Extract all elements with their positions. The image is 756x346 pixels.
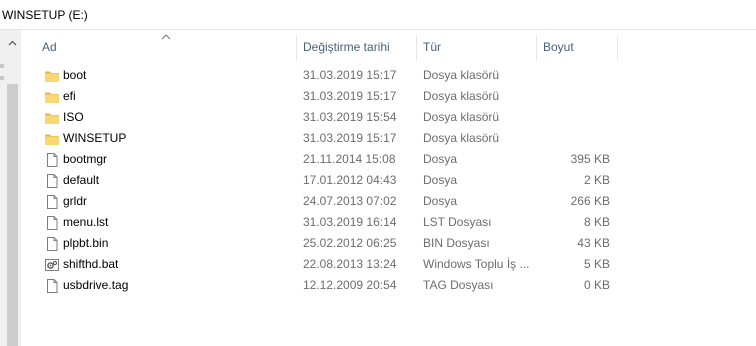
- file-row[interactable]: efi 31.03.2019 15:17 Dosya klasörü: [0, 86, 756, 107]
- file-date-modified: 21.11.2014 15:08: [303, 152, 396, 166]
- column-header-name[interactable]: Ad: [42, 37, 296, 61]
- file-name: shifthd.bat: [63, 257, 119, 271]
- folder-icon: [44, 131, 60, 147]
- file-icon: [44, 236, 60, 252]
- file-date-modified: 31.03.2019 15:17: [303, 68, 397, 82]
- file-type: TAG Dosyası: [423, 278, 494, 292]
- file-icon: [44, 173, 60, 189]
- file-explorer-window: WINSETUP (E:) Ad Değiştirme tarihi Tür B…: [0, 0, 756, 346]
- file-size: [540, 107, 610, 128]
- file-row[interactable]: shifthd.bat 22.08.2013 13:24 Windows Toplu…: [0, 254, 756, 275]
- file-type: LST Dosyası: [423, 215, 492, 229]
- file-row[interactable]: ISO 31.03.2019 15:54 Dosya klasörü: [0, 107, 756, 128]
- file-icon: [44, 194, 60, 210]
- file-name: default: [63, 173, 100, 187]
- file-date-modified: 22.08.2013 13:24: [303, 257, 397, 271]
- file-type: Dosya klasörü: [423, 131, 500, 145]
- file-type: Dosya klasörü: [423, 89, 500, 103]
- file-row[interactable]: grldr 24.07.2013 07:02 Dosya 266 KB: [0, 191, 756, 212]
- file-type: Dosya: [423, 173, 458, 187]
- file-date-modified: 12.12.2009 20:54: [303, 278, 397, 292]
- file-size: 395 KB: [570, 152, 610, 166]
- file-date-modified: 31.03.2019 16:14: [303, 215, 397, 229]
- file-size: 2 KB: [583, 173, 610, 187]
- file-size: [540, 65, 610, 86]
- file-size: 43 KB: [577, 236, 610, 250]
- file-type: Windows Toplu İş ...: [423, 257, 530, 271]
- file-name: ISO: [63, 110, 84, 124]
- file-row[interactable]: boot 31.03.2019 15:17 Dosya klasörü: [0, 65, 756, 86]
- file-name: usbdrive.tag: [63, 278, 129, 292]
- file-size: 8 KB: [583, 215, 610, 229]
- file-type: Dosya: [423, 194, 458, 208]
- file-date-modified: 31.03.2019 15:17: [303, 131, 397, 145]
- file-name: bootmgr: [63, 152, 108, 166]
- file-name: efi: [63, 89, 76, 103]
- batch-file-icon: [44, 257, 60, 273]
- address-bar[interactable]: WINSETUP (E:): [0, 0, 756, 30]
- file-size: 266 KB: [570, 194, 610, 208]
- file-row[interactable]: usbdrive.tag 12.12.2009 20:54 TAG Dosyası 0…: [0, 275, 756, 296]
- file-name: WINSETUP: [63, 131, 127, 145]
- column-divider[interactable]: [296, 36, 297, 60]
- column-divider[interactable]: [617, 36, 618, 60]
- file-icon: [44, 278, 60, 294]
- file-type: Dosya klasörü: [423, 68, 500, 82]
- file-type: Dosya: [423, 152, 458, 166]
- column-header-date[interactable]: Değiştirme tarihi: [303, 37, 416, 61]
- file-size: 5 KB: [583, 257, 610, 271]
- column-header-size-label: Boyut: [543, 40, 574, 54]
- file-date-modified: 24.07.2013 07:02: [303, 194, 397, 208]
- file-type: BIN Dosyası: [423, 236, 490, 250]
- file-type: Dosya klasörü: [423, 110, 500, 124]
- column-divider[interactable]: [416, 36, 417, 60]
- file-list: boot 31.03.2019 15:17 Dosya klasörü efi 31.0…: [0, 65, 756, 296]
- file-size: 0 KB: [583, 278, 610, 292]
- file-date-modified: 31.03.2019 15:54: [303, 110, 397, 124]
- file-row[interactable]: bootmgr 21.11.2014 15:08 Dosya 395 KB: [0, 149, 756, 170]
- column-header-name-label: Ad: [42, 40, 57, 54]
- file-name: grldr: [63, 194, 88, 208]
- column-header-type[interactable]: Tür: [423, 37, 536, 61]
- file-size: [540, 128, 610, 149]
- file-row[interactable]: default 17.01.2012 04:43 Dosya 2 KB: [0, 170, 756, 191]
- scroll-up-arrow-icon[interactable]: [4, 36, 21, 50]
- file-date-modified: 25.02.2012 06:25: [303, 236, 397, 250]
- folder-icon: [44, 110, 60, 126]
- column-header-date-label: Değiştirme tarihi: [303, 40, 390, 54]
- column-header-size[interactable]: Boyut: [543, 37, 617, 61]
- text-file-icon: [44, 215, 60, 231]
- file-row[interactable]: plpbt.bin 25.02.2012 06:25 BIN Dosyası 43 K…: [0, 233, 756, 254]
- file-date-modified: 17.01.2012 04:43: [303, 173, 397, 187]
- file-size: [540, 86, 610, 107]
- column-divider[interactable]: [536, 36, 537, 60]
- file-name: menu.lst: [63, 215, 109, 229]
- address-path[interactable]: WINSETUP (E:): [2, 8, 88, 22]
- folder-icon: [44, 89, 60, 105]
- file-date-modified: 31.03.2019 15:17: [303, 89, 397, 103]
- file-icon: [44, 152, 60, 168]
- file-name: boot: [63, 68, 87, 82]
- folder-icon: [44, 68, 60, 84]
- column-header-type-label: Tür: [423, 40, 441, 54]
- file-row[interactable]: WINSETUP 31.03.2019 15:17 Dosya klasörü: [0, 128, 756, 149]
- file-name: plpbt.bin: [63, 236, 109, 250]
- file-row[interactable]: menu.lst 31.03.2019 16:14 LST Dosyası 8 KB: [0, 212, 756, 233]
